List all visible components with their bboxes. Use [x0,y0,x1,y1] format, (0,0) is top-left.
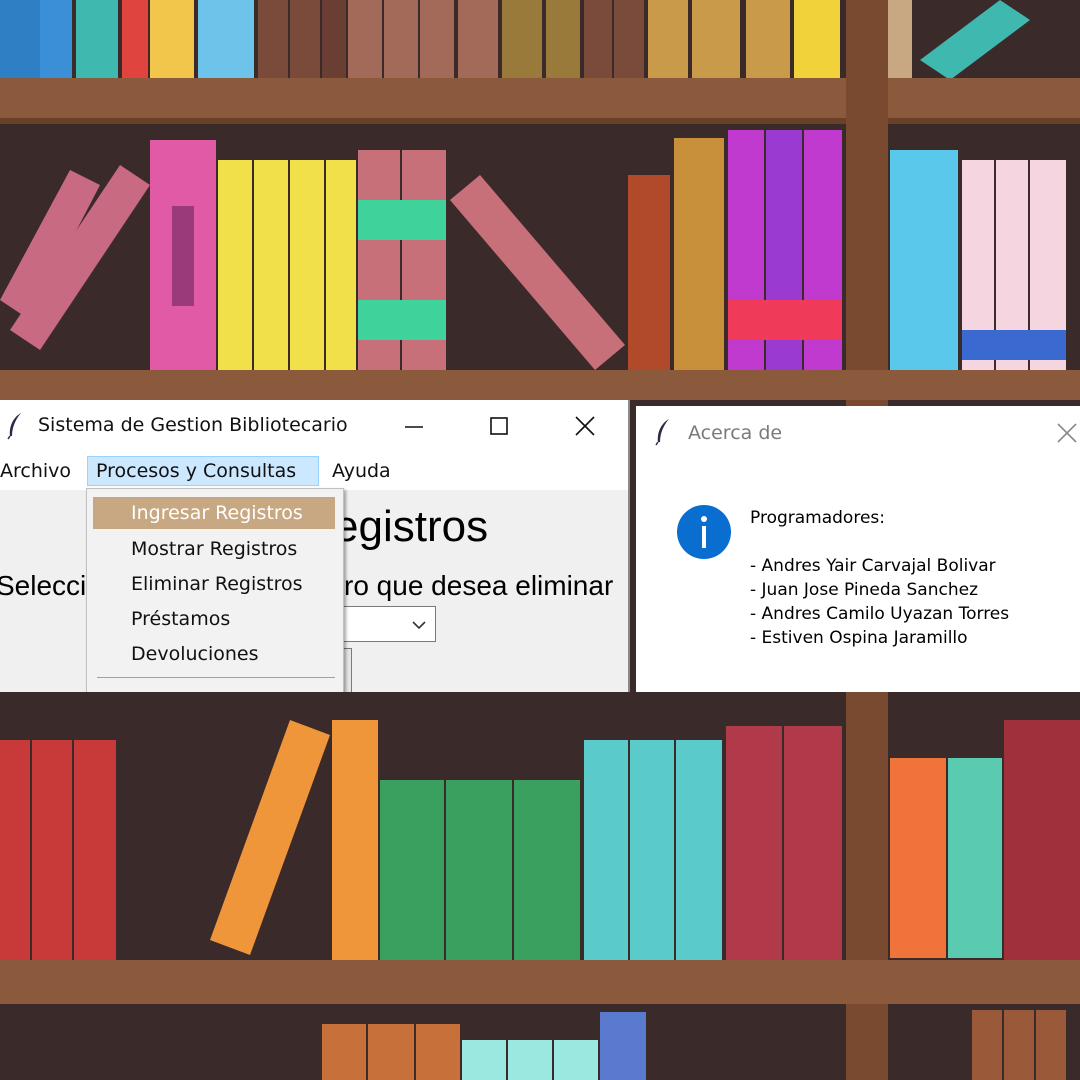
menu-separator [97,677,335,678]
maximize-button[interactable] [477,408,521,444]
close-icon [575,416,595,436]
feather-icon [655,419,669,446]
about-title: Acerca de [688,422,783,444]
menu-procesos-consultas[interactable]: Procesos y Consultas [87,456,319,486]
programmers-heading: Programadores: [750,508,885,528]
developer-item: - Estiven Ospina Jaramillo [750,628,968,648]
info-icon [677,505,731,559]
menu-item-devoluciones[interactable]: Devoluciones [93,638,335,670]
maximize-icon [490,417,508,435]
about-dialog: Acerca de Programadores: - Andres Yair C… [636,406,1080,692]
record-select[interactable] [330,606,436,642]
menu-ayuda[interactable]: Ayuda [324,456,399,486]
menu-item-prestamos[interactable]: Préstamos [93,603,335,635]
procesos-dropdown-menu: Ingresar Registros Mostrar Registros Eli… [86,488,344,692]
feather-icon [7,413,21,440]
menu-item-mostrar-registros[interactable]: Mostrar Registros [93,533,335,565]
close-button[interactable] [563,408,607,444]
menu-item-ingresar-registros[interactable]: Ingresar Registros [93,497,335,529]
window-title: Sistema de Gestion Bibliotecario [38,414,348,436]
menu-item-eliminar-registros[interactable]: Eliminar Registros [93,568,335,600]
chevron-down-icon [412,621,426,630]
minimize-button[interactable] [392,408,436,444]
shelf-board [0,78,1080,122]
main-window: Sistema de Gestion Bibliotecario Archivo… [0,400,630,692]
page-heading: egistros [334,502,489,551]
about-close-button[interactable] [1054,420,1080,446]
developer-item: - Andres Yair Carvajal Bolivar [750,556,996,576]
select-prompt-tail: ro que desea eliminar [344,570,614,601]
main-titlebar[interactable]: Sistema de Gestion Bibliotecario [0,400,628,452]
minimize-icon [405,426,423,428]
select-prompt: Selecci [0,570,87,601]
developer-item: - Juan Jose Pineda Sanchez [750,580,978,600]
developer-item: - Andres Camilo Uyazan Torres [750,604,1010,624]
close-icon [1057,423,1077,443]
menubar: Archivo Procesos y Consultas Ayuda [0,452,628,490]
menu-archivo[interactable]: Archivo [0,456,79,486]
